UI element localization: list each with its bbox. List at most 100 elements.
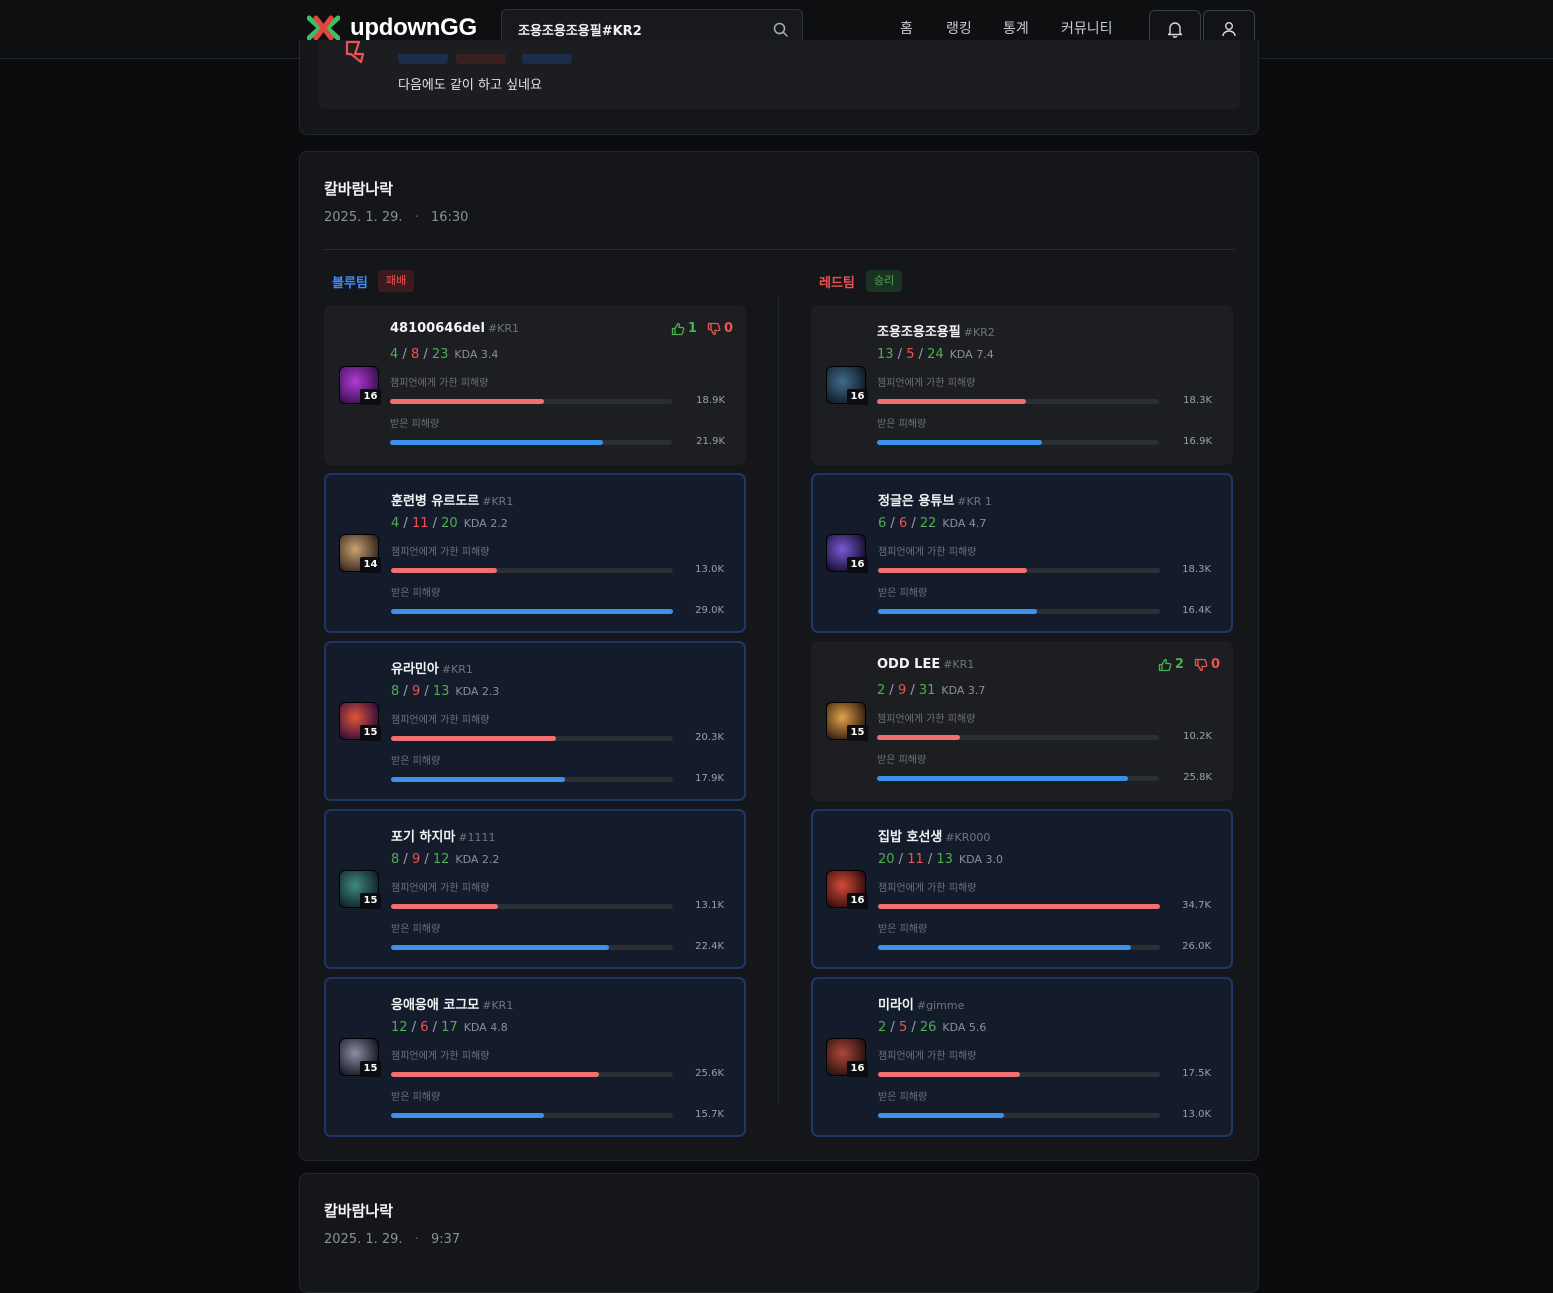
thumbs-down-icon [345,40,365,64]
deaths: 9 [897,683,907,698]
bell-icon [1167,21,1183,38]
player-card[interactable]: 16 정글은 용튜브 #KR 16 / 6 / 22 KDA 4.7 챔피언에게 가한 … [811,473,1233,633]
player-card[interactable]: 14 훈련병 유르도르 #KR1 4 / 11 / 20 KDA 2.2 챔피언에게 가한… [324,473,746,633]
kda-line: 4 / 8 / 23 KDA 3.4 [390,347,499,362]
player-name[interactable]: 응애응애 코그모 #KR1 [391,994,513,1013]
damage-dealt-label: 챔피언에게 가한 피해량 [877,378,976,389]
damage-taken-fill [878,945,1131,950]
champion-level: 16 [847,893,868,909]
nav-stats[interactable]: 통계 [1003,18,1029,38]
assists: 17 [441,1020,458,1035]
tag-chip [398,54,448,64]
red-team-result-badge: 승리 [866,270,903,292]
damage-dealt-bar [877,735,1159,740]
damage-dealt-label: 챔피언에게 가한 피해량 [390,378,489,389]
deaths: 11 [411,516,429,531]
player-name[interactable]: 미라이 #gimme [878,994,964,1013]
deaths: 9 [411,684,421,699]
match-card: 칼바람나락 2025. 1. 29. · 9:37 [299,1173,1259,1293]
player-name[interactable]: 유라민아 #KR1 [391,658,473,677]
upvote-count: 1 [687,321,697,336]
upvote-button[interactable]: 2 [1158,657,1184,672]
match-datetime: 2025. 1. 29. · 16:30 [324,210,468,225]
player-card[interactable]: 15 ODD LEE #KR1 2 / 9 / 31 KDA 3.7 챔피언에게 가한 피… [811,641,1233,801]
damage-dealt-bar [390,399,672,404]
nav-home[interactable]: 홈 [900,18,913,38]
damage-taken-label: 받은 피해량 [878,1092,928,1103]
kda-line: 8 / 9 / 13 KDA 2.3 [391,684,500,699]
player-name[interactable]: 포기 하지마 #1111 [391,826,496,845]
assists: 31 [918,683,936,698]
player-name[interactable]: 집밥 호선생 #KR000 [878,826,990,845]
damage-taken-bar [878,945,1160,950]
player-name[interactable]: 48100646del #KR1 [390,321,519,336]
player-card[interactable]: 16 조용조용조용필 #KR2 13 / 5 / 24 KDA 7.4 챔피언에게 가한 … [811,305,1233,465]
player-name-text: 응애응애 코그모 [391,998,480,1013]
damage-dealt-bar [391,568,673,573]
upvote-count: 2 [1174,657,1184,672]
damage-dealt-fill [878,904,1160,909]
damage-dealt-label: 챔피언에게 가한 피해량 [878,883,977,894]
champion-level: 16 [847,389,868,405]
damage-taken-bar [878,1113,1160,1118]
upvote-button[interactable]: 1 [671,321,697,336]
player-name-text: 정글은 용튜브 [878,494,955,509]
logo-icon [307,15,340,41]
site-logo[interactable]: updownGG [307,14,477,42]
assists: 24 [927,347,944,362]
damage-taken-label: 받은 피해량 [390,419,440,430]
downvote-button[interactable]: 0 [1194,657,1220,672]
kda-ratio: KDA 3.0 [958,853,1003,866]
player-tag: #KR1 [487,322,520,335]
blue-team-label: 블루팀 [332,276,368,291]
damage-dealt-fill [878,568,1027,573]
player-name-text: 포기 하지마 [391,830,456,845]
player-card[interactable]: 16 집밥 호선생 #KR000 20 / 11 / 13 KDA 3.0 챔피언에게 가… [811,809,1233,969]
damage-dealt-label: 챔피언에게 가한 피해량 [877,714,976,725]
damage-dealt-fill [391,904,498,909]
tag-chip [456,54,506,64]
kda-ratio: KDA 4.8 [463,1021,508,1034]
damage-taken-label: 받은 피해량 [878,588,928,599]
damage-taken-fill [391,777,565,782]
player-card[interactable]: 15 응애응애 코그모 #KR1 12 / 6 / 17 KDA 4.8 챔피언에게 가한… [324,977,746,1137]
player-name-text: 유라민아 [391,662,439,677]
player-card[interactable]: 16 미라이 #gimme 2 / 5 / 26 KDA 5.6 챔피언에게 가한 피해량… [811,977,1233,1137]
damage-dealt-label: 챔피언에게 가한 피해량 [878,1051,977,1062]
damage-taken-value: 16.4K [1182,605,1211,616]
downvote-count: 0 [723,321,733,336]
red-team-label: 레드팀 [819,276,855,291]
search-icon[interactable] [773,22,788,37]
player-name[interactable]: 정글은 용튜브 #KR 1 [878,490,992,509]
kills: 12 [391,1020,408,1035]
match-card: 칼바람나락 2025. 1. 29. · 16:30 블루팀 패배 레드팀 승리… [299,151,1259,1161]
kda-ratio: KDA 2.3 [455,685,500,698]
player-name[interactable]: 조용조용조용필 #KR2 [877,321,995,340]
assists: 13 [936,852,953,867]
player-card[interactable]: 16 48100646del #KR1 4 / 8 / 23 KDA 3.4 챔피언에게 … [324,305,746,465]
player-card[interactable]: 15 포기 하지마 #1111 8 / 9 / 12 KDA 2.2 챔피언에게 가한 피… [324,809,746,969]
damage-dealt-value: 25.6K [695,1068,724,1079]
damage-dealt-value: 17.5K [1182,1068,1211,1079]
damage-dealt-bar [877,399,1159,404]
thumbs-down-icon [707,322,721,335]
damage-dealt-fill [391,568,497,573]
match-date: 2025. 1. 29. [324,210,403,225]
player-card[interactable]: 15 유라민아 #KR1 8 / 9 / 13 KDA 2.3 챔피언에게 가한 피해량 2… [324,641,746,801]
kda-ratio: KDA 3.4 [454,348,499,361]
damage-taken-value: 29.0K [695,605,724,616]
downvote-button[interactable]: 0 [707,321,733,336]
damage-dealt-fill [877,735,960,740]
damage-taken-label: 받은 피해량 [391,588,441,599]
player-name-text: 조용조용조용필 [877,325,961,340]
logo-text: updownGG [350,14,477,41]
damage-dealt-value: 10.2K [1183,731,1212,742]
player-name[interactable]: 훈련병 유르도르 #KR1 [391,490,513,509]
damage-dealt-bar [391,736,673,741]
damage-taken-label: 받은 피해량 [877,755,927,766]
nav-community[interactable]: 커뮤니티 [1061,18,1113,38]
player-name[interactable]: ODD LEE #KR1 [877,657,974,672]
champion-level: 14 [360,557,381,573]
nav-ranking[interactable]: 랭킹 [946,18,972,38]
damage-taken-bar [391,945,673,950]
